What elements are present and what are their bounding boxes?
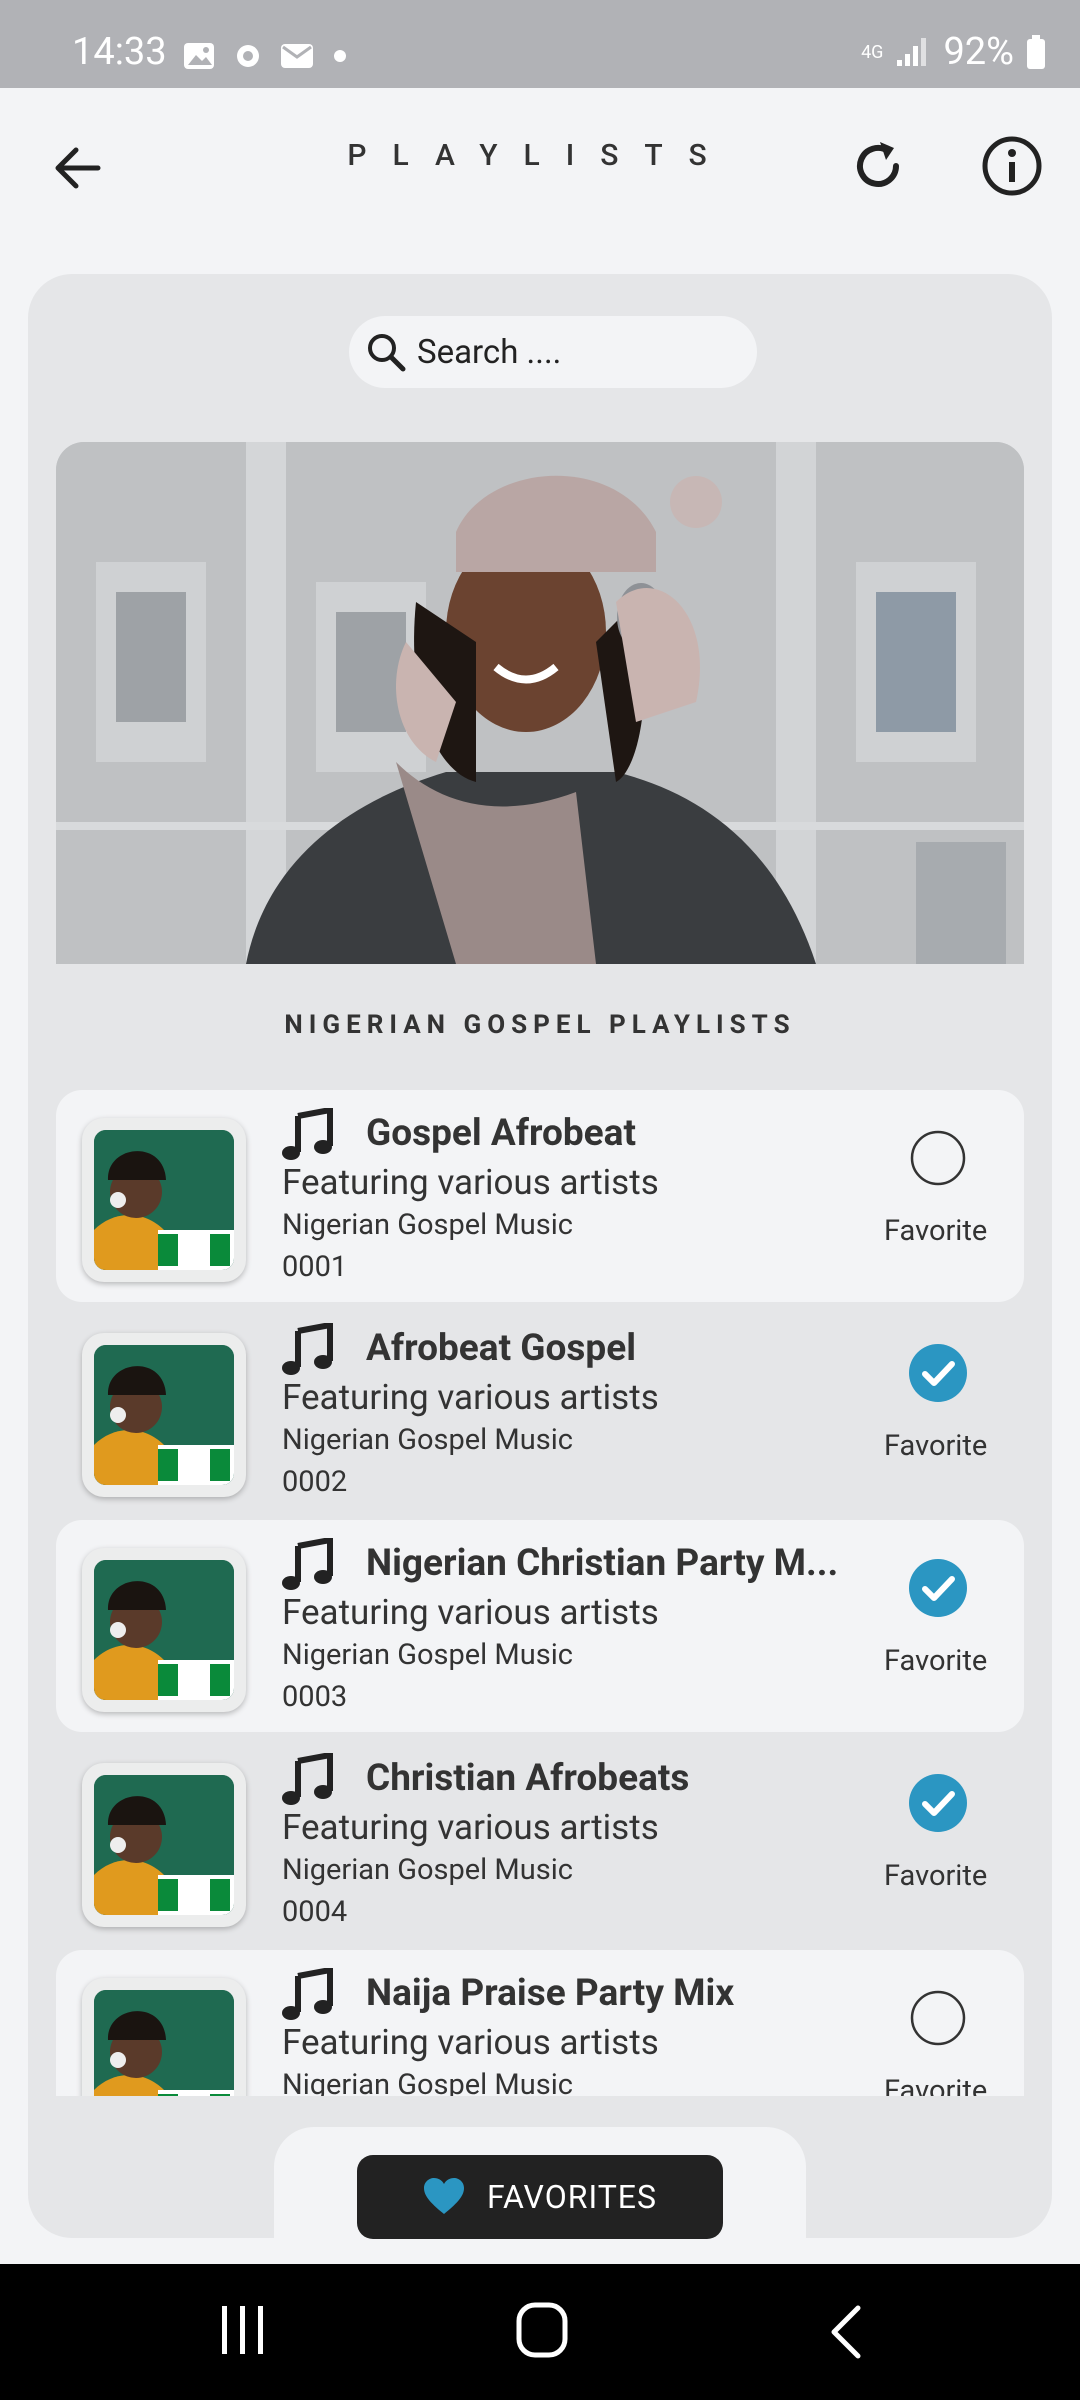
playlist-list: Gospel Afrobeat Featuring various artist… — [56, 1090, 1024, 2096]
search-input[interactable]: Search .... — [349, 316, 757, 388]
main-panel: Search .... NIGERIAN GOSPEL PLAYLISTS Go… — [28, 274, 1052, 2238]
playlist-thumbnail — [82, 1548, 246, 1712]
hero-image — [56, 442, 1024, 964]
playlist-genre: Nigerian Gospel Music — [282, 2068, 573, 2096]
gear-icon — [237, 45, 259, 67]
playlist-item[interactable]: Afrobeat Gospel Featuring various artist… — [56, 1305, 1024, 1517]
refresh-icon[interactable] — [848, 136, 908, 196]
back-nav-icon[interactable] — [826, 2304, 866, 2360]
favorite-checked-icon[interactable] — [908, 1343, 968, 1403]
mail-icon — [281, 44, 313, 68]
arrow-left-icon[interactable] — [48, 138, 108, 198]
favorite-checked-icon[interactable] — [908, 1773, 968, 1833]
playlist-number: 0002 — [282, 1465, 348, 1499]
playlist-subtitle: Featuring various artists — [282, 1807, 659, 1848]
dot-icon — [334, 50, 346, 62]
playlist-genre: Nigerian Gospel Music — [282, 1638, 573, 1672]
favorite-checked-icon[interactable] — [908, 1558, 968, 1618]
playlist-title: Afrobeat Gospel — [366, 1327, 636, 1370]
favorite-checkbox-empty-icon[interactable] — [908, 1128, 968, 1188]
playlist-thumbnail — [82, 1118, 246, 1282]
search-icon — [368, 334, 406, 372]
music-note-icon — [282, 1753, 333, 1805]
playlist-item[interactable]: Naija Praise Party Mix Featuring various… — [56, 1950, 1024, 2096]
playlist-genre: Nigerian Gospel Music — [282, 1853, 573, 1887]
music-note-icon — [282, 1108, 333, 1160]
battery-icon — [1027, 35, 1045, 69]
app-bar: PLAYLISTS — [0, 88, 1080, 248]
favorite-label: Favorite — [884, 1214, 988, 1248]
playlist-subtitle: Featuring various artists — [282, 1162, 659, 1203]
favorites-button[interactable]: FAVORITES — [357, 2155, 723, 2239]
playlist-title: Gospel Afrobeat — [366, 1112, 636, 1155]
playlist-item[interactable]: Nigerian Christian Party M... Featuring … — [56, 1520, 1024, 1732]
status-right: 4G 92% — [861, 30, 1046, 74]
playlist-number: 0004 — [282, 1895, 348, 1929]
music-note-icon — [282, 1968, 333, 2020]
network-type: 4G — [861, 41, 884, 63]
playlist-number: 0003 — [282, 1680, 348, 1714]
favorite-checkbox-empty-icon[interactable] — [908, 1988, 968, 2048]
playlist-genre: Nigerian Gospel Music — [282, 1208, 573, 1242]
playlist-subtitle: Featuring various artists — [282, 2022, 659, 2063]
favorite-label: Favorite — [884, 1429, 988, 1463]
playlist-thumbnail — [82, 1333, 246, 1497]
status-time: 14:33 — [72, 30, 167, 74]
favorite-label: Favorite — [884, 1859, 988, 1893]
section-title: NIGERIAN GOSPEL PLAYLISTS — [284, 1010, 796, 1040]
playlist-title: Christian Afrobeats — [366, 1757, 690, 1800]
playlist-thumbnail — [82, 1763, 246, 1927]
playlist-item[interactable]: Christian Afrobeats Featuring various ar… — [56, 1735, 1024, 1947]
notification-icons — [182, 40, 350, 72]
image-icon — [184, 43, 214, 69]
system-nav-bar — [0, 2264, 1080, 2400]
search-placeholder: Search .... — [417, 332, 562, 372]
playlist-number: 0001 — [282, 1250, 348, 1284]
playlist-item[interactable]: Gospel Afrobeat Featuring various artist… — [56, 1090, 1024, 1302]
playlist-thumbnail — [82, 1978, 246, 2096]
recent-apps-icon[interactable] — [218, 2304, 268, 2356]
playlist-title: Nigerian Christian Party M... — [366, 1542, 839, 1585]
music-note-icon — [282, 1538, 333, 1590]
favorite-label: Favorite — [884, 1644, 988, 1678]
playlist-subtitle: Featuring various artists — [282, 1377, 659, 1418]
battery-percent: 92% — [943, 30, 1014, 74]
music-note-icon — [282, 1323, 333, 1375]
signal-icon — [897, 38, 927, 66]
favorite-label: Favorite — [884, 2074, 988, 2096]
playlist-subtitle: Featuring various artists — [282, 1592, 659, 1633]
info-icon[interactable] — [980, 134, 1044, 198]
page-title: PLAYLISTS — [347, 138, 733, 173]
playlist-genre: Nigerian Gospel Music — [282, 1423, 573, 1457]
favorites-label: FAVORITES — [487, 2178, 657, 2216]
playlist-title: Naija Praise Party Mix — [366, 1972, 735, 2015]
heart-icon — [424, 2178, 464, 2214]
home-icon[interactable] — [516, 2302, 568, 2358]
status-bar: 14:33 4G 92% — [0, 0, 1080, 88]
